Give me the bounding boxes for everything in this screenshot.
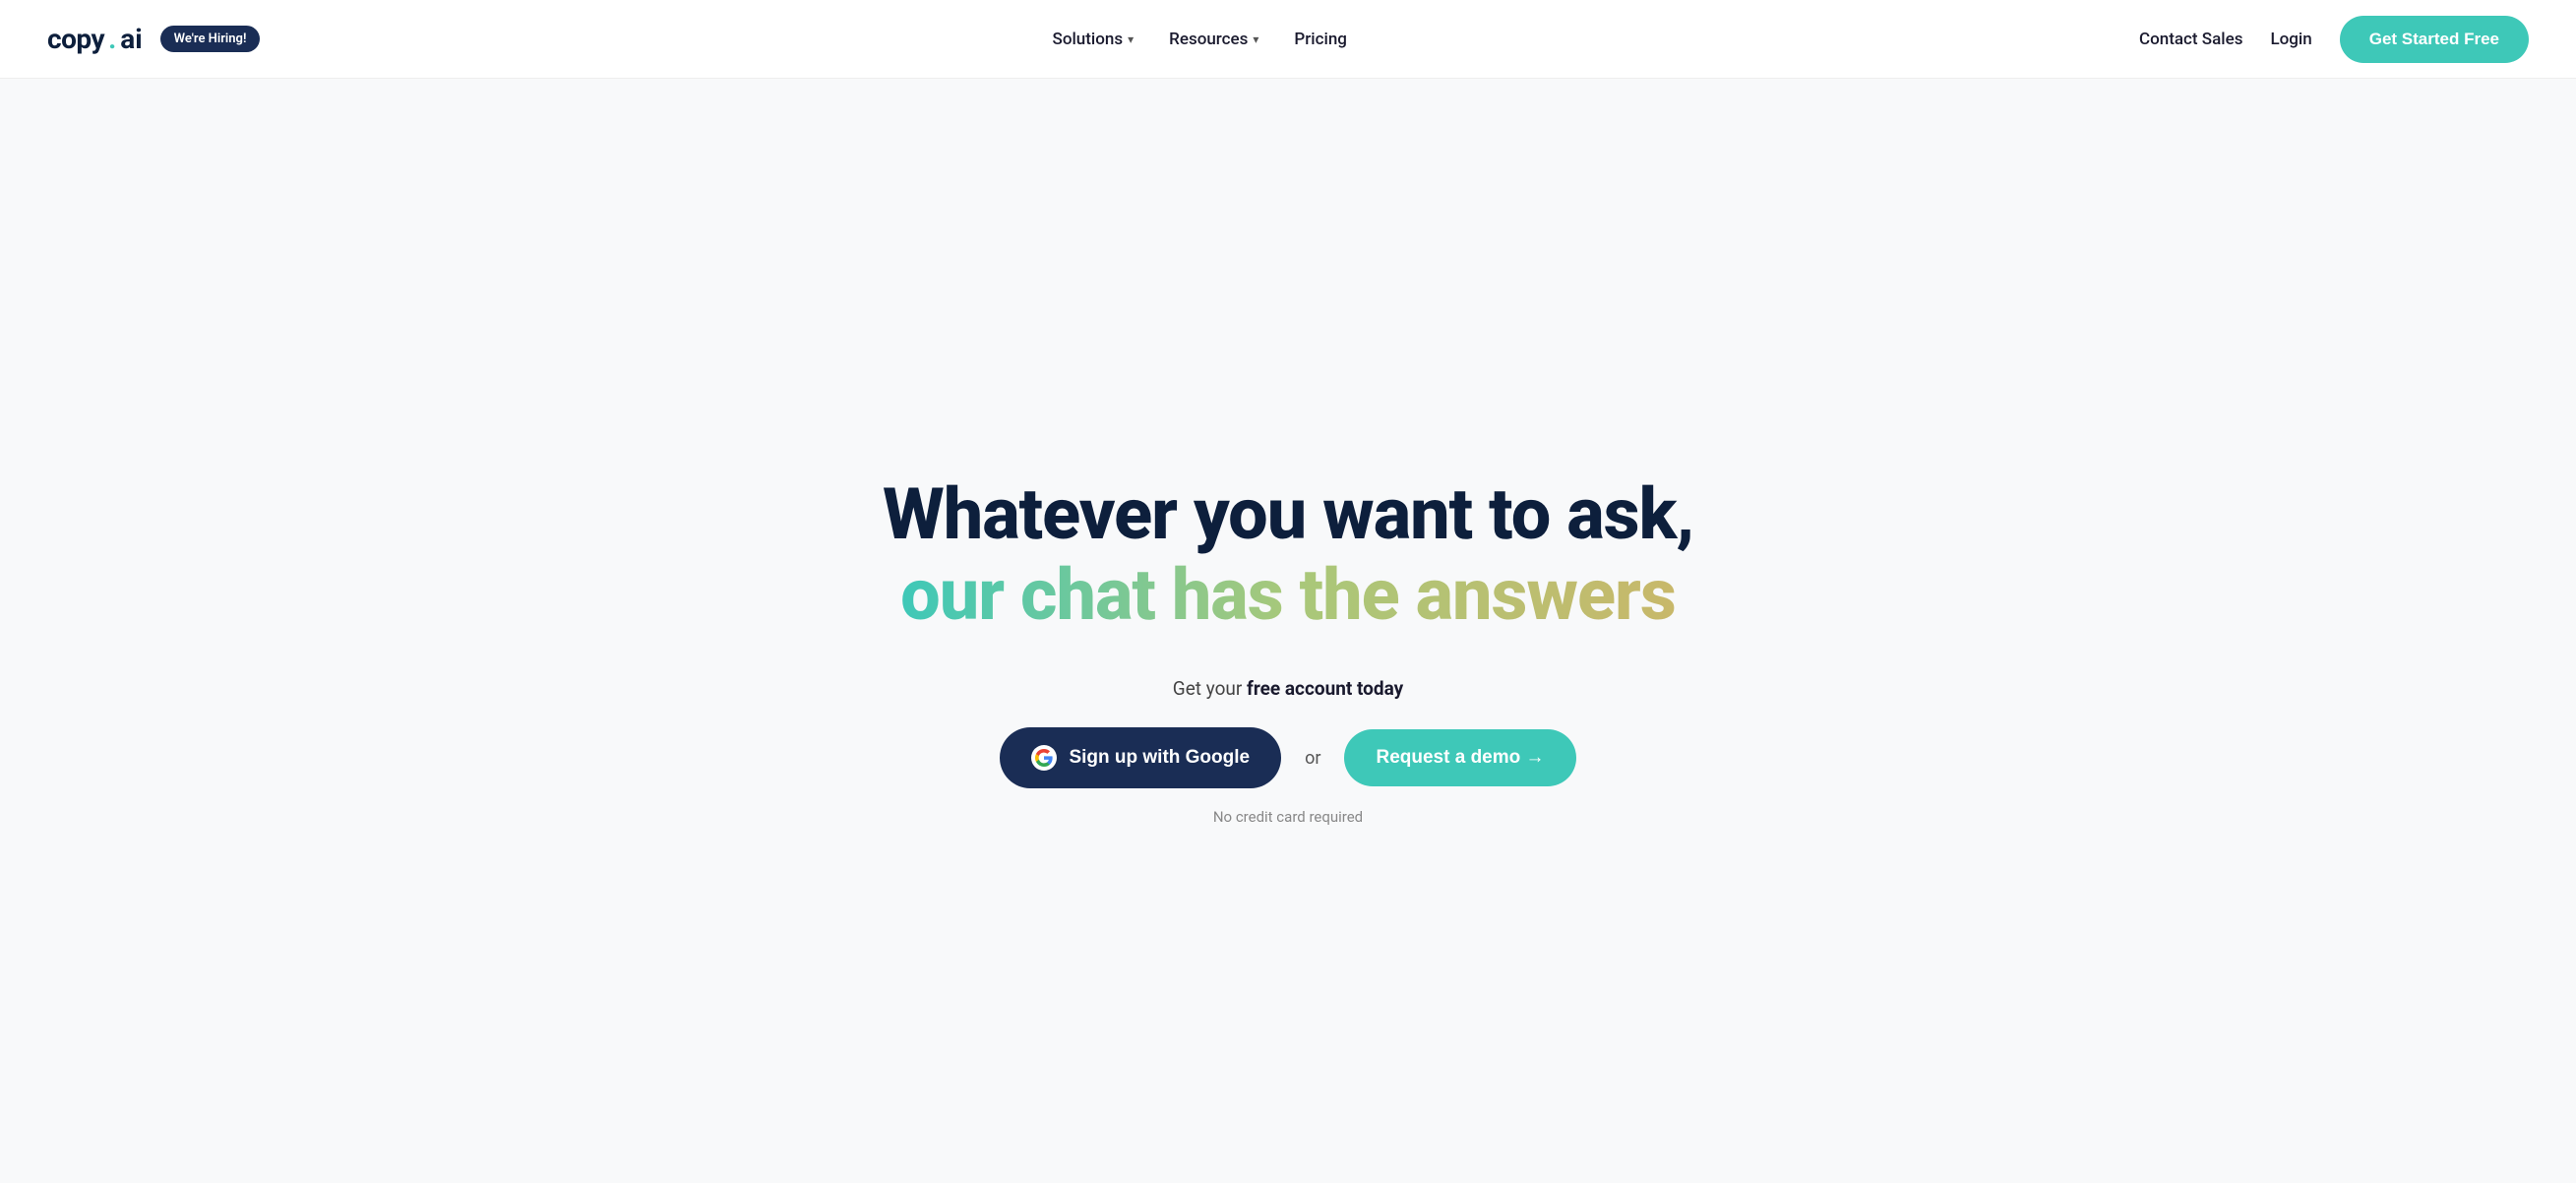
google-icon	[1031, 745, 1057, 771]
hero-headline-line1: Whatever you want to ask,	[883, 475, 1693, 553]
nav-links: Solutions ▾ Resources ▾ Pricing	[1053, 30, 1347, 49]
hero-cta-text: Get your free account today	[1173, 677, 1403, 700]
logo[interactable]: copy.ai	[47, 23, 143, 55]
navbar: copy.ai We're Hiring! Solutions ▾ Resour…	[0, 0, 2576, 79]
login-link[interactable]: Login	[2270, 30, 2311, 49]
contact-sales-link[interactable]: Contact Sales	[2139, 30, 2242, 49]
hero-headline-line2: our chat has the answers	[900, 553, 1676, 638]
logo-copy: copy	[47, 23, 104, 55]
solutions-label: Solutions	[1053, 30, 1124, 49]
or-separator: or	[1305, 748, 1320, 769]
no-credit-card-text: No credit card required	[1213, 808, 1363, 826]
pricing-label: Pricing	[1294, 30, 1347, 49]
get-started-button[interactable]: Get Started Free	[2340, 16, 2529, 63]
hero-buttons: Sign up with Google or Request a demo →	[1000, 727, 1575, 788]
resources-chevron-icon: ▾	[1253, 32, 1258, 46]
resources-label: Resources	[1169, 30, 1248, 49]
nav-left: copy.ai We're Hiring!	[47, 23, 260, 55]
google-logo-svg	[1035, 749, 1053, 767]
nav-right: Contact Sales Login Get Started Free	[2139, 16, 2529, 63]
cta-text-prefix: Get your	[1173, 677, 1247, 700]
nav-pricing[interactable]: Pricing	[1294, 30, 1347, 49]
google-signup-button[interactable]: Sign up with Google	[1000, 727, 1281, 788]
nav-resources[interactable]: Resources ▾	[1169, 30, 1258, 49]
solutions-chevron-icon: ▾	[1128, 32, 1134, 46]
cta-text-bold: free account today	[1247, 677, 1403, 700]
request-demo-button[interactable]: Request a demo →	[1344, 729, 1575, 786]
logo-ai: ai	[120, 23, 142, 55]
hiring-badge[interactable]: We're Hiring!	[160, 26, 261, 52]
hero-section: Whatever you want to ask, our chat has t…	[0, 79, 2576, 1183]
logo-dot: .	[108, 23, 116, 55]
google-signup-label: Sign up with Google	[1069, 747, 1250, 769]
nav-solutions[interactable]: Solutions ▾	[1053, 30, 1135, 49]
